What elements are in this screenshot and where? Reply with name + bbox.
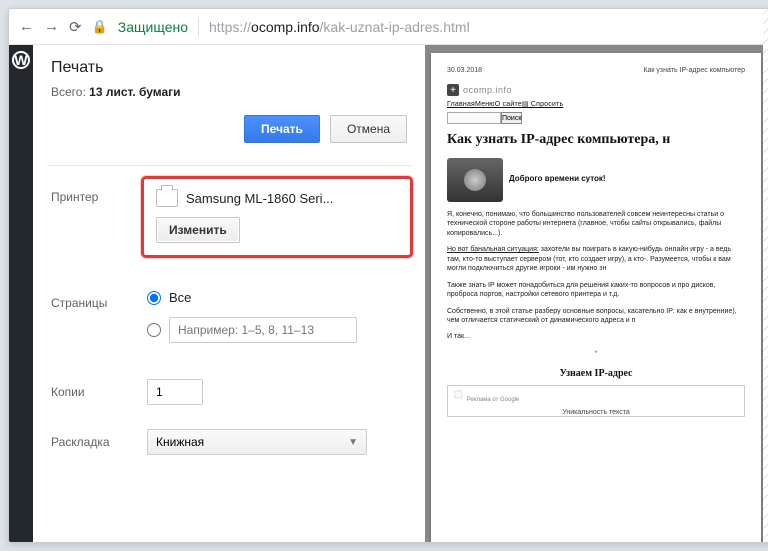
preview-greeting: Доброго времени суток!: [509, 174, 606, 183]
url-field[interactable]: https://ocomp.info/kak-uznat-ip-adres.ht…: [209, 19, 470, 35]
pages-range-radio[interactable]: [147, 323, 161, 337]
copies-label: Копии: [51, 379, 147, 399]
preview-nav: ГлавнаяМенюО сайте▤ Спросить: [447, 100, 745, 108]
preview-h1: Как узнать IP-адрес компьютера, н: [447, 132, 745, 148]
print-preview[interactable]: 30.03.2018 Как узнать IP-адрес компьютер…: [425, 45, 768, 542]
preview-date: 30.03.2018: [447, 67, 482, 74]
pages-label: Страницы: [51, 290, 147, 310]
preview-search: Поиск: [447, 112, 745, 124]
pages-all-radio[interactable]: [147, 291, 161, 305]
preview-h2: Узнаем IP-адрес: [447, 368, 745, 379]
layout-select[interactable]: Книжная ▼: [147, 429, 367, 455]
lock-icon: 🔒: [92, 19, 108, 35]
preview-paragraph: Также знать IP может понадобиться для ре…: [447, 281, 745, 300]
preview-page: 30.03.2018 Как узнать IP-адрес компьютер…: [431, 53, 761, 542]
secure-label: Защищено: [118, 19, 188, 35]
destination-highlight: Samsung ML-1860 Seri... Изменить: [141, 176, 413, 258]
print-button[interactable]: Печать: [244, 115, 320, 143]
pages-all-label: Все: [169, 290, 191, 305]
forward-icon[interactable]: →: [44, 18, 59, 35]
back-icon[interactable]: ←: [19, 18, 34, 35]
preview-paragraph: Собственно, в этой статье разберу основн…: [447, 307, 745, 326]
wordpress-icon[interactable]: W: [12, 51, 30, 69]
chevron-down-icon: ▼: [348, 437, 358, 448]
separator: [47, 165, 411, 166]
print-title: Печать: [51, 59, 407, 77]
preview-doc-title: Как узнать IP-адрес компьютер: [643, 67, 745, 74]
address-bar: ← → ⟳ 🔒 Защищено https://ocomp.info/kak-…: [9, 9, 768, 45]
browser-window: ← → ⟳ 🔒 Защищено https://ocomp.info/kak-…: [8, 8, 768, 543]
printer-icon: [156, 189, 178, 207]
plus-icon: +: [447, 84, 459, 96]
print-dialog: Печать Всего: 13 лист. бумаги Печать Отм…: [33, 45, 425, 542]
print-summary: Всего: 13 лист. бумаги: [51, 85, 407, 99]
preview-paragraph: И так...: [447, 332, 745, 341]
preview-paragraph: Я, конечно, понимаю, что большинство пол…: [447, 210, 745, 238]
divider: [198, 17, 199, 37]
preview-hero-image: [447, 158, 503, 202]
printer-label: Принтер: [51, 184, 147, 204]
preview-site-logo: + ocomp.info: [447, 84, 745, 96]
preview-paragraph: Но вот банальная ситуация: захотели вы п…: [447, 245, 745, 273]
copies-input[interactable]: [147, 379, 203, 405]
change-printer-button[interactable]: Изменить: [156, 217, 240, 243]
pages-range-input[interactable]: [169, 317, 357, 343]
cancel-button[interactable]: Отмена: [330, 115, 407, 143]
layout-label: Раскладка: [51, 429, 147, 449]
preview-ad-box: Реклама от Google Уникальность текста: [447, 385, 745, 417]
reload-icon[interactable]: ⟳: [69, 18, 82, 36]
printer-name: Samsung ML-1860 Seri...: [186, 191, 333, 206]
wordpress-admin-bar[interactable]: W: [9, 45, 33, 542]
